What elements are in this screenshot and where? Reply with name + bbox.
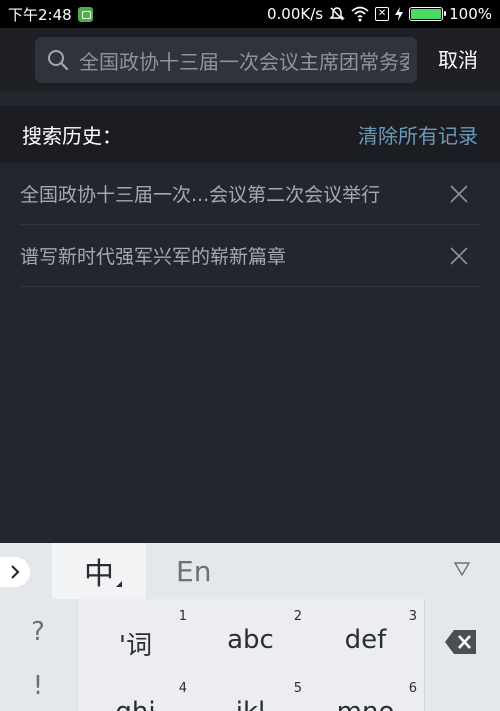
history-item-text[interactable]: 全国政协十三届一次...会议第二次会议举行 (20, 180, 420, 207)
history-item[interactable]: 全国政协十三届一次...会议第二次会议举行 (20, 163, 480, 225)
mute-icon (329, 7, 345, 21)
cancel-button[interactable]: 取消 (438, 44, 478, 73)
search-input[interactable] (79, 48, 409, 72)
corner-indicator-icon (116, 581, 122, 587)
key-4[interactable]: 4 ghi (78, 671, 193, 711)
action-column (424, 599, 500, 711)
history-list: 全国政协十三届一次...会议第二次会议举行 谱写新时代强军兴军的崭新篇章 (0, 163, 500, 287)
battery-percent: 100% (449, 5, 492, 23)
key-label: jkl (193, 697, 308, 711)
tab-chinese-label: 中 (84, 557, 114, 592)
close-icon[interactable] (450, 247, 468, 265)
keyboard-toolbar: 中 En (0, 543, 500, 599)
wifi-icon (351, 6, 369, 22)
key-number: 2 (293, 609, 302, 624)
symbol-key-question[interactable]: ? (0, 617, 76, 647)
tab-chinese[interactable]: 中 (52, 543, 146, 599)
history-item[interactable]: 谱写新时代强军兴军的崭新篇章 (20, 225, 480, 287)
key-2[interactable]: 2 abc (193, 599, 308, 661)
screen: 下午2:48 0.00K/s ✕ 100% 全国政协十三届一次会议主席团常务委员… (0, 0, 500, 711)
network-speed: 0.00K/s (267, 5, 324, 23)
search-icon (48, 50, 69, 71)
battery-fill (411, 9, 442, 19)
keyboard-expand-button[interactable] (0, 557, 30, 587)
charging-icon (395, 7, 404, 21)
history-header: 搜索历史： 清除所有记录 (0, 106, 500, 163)
close-icon[interactable] (450, 185, 468, 203)
symbol-column: ? ! (0, 599, 76, 711)
key-label: def (344, 625, 387, 655)
search-box[interactable] (35, 37, 417, 83)
chevron-right-icon (11, 565, 20, 579)
key-6[interactable]: 6 mno (308, 671, 423, 711)
key-label: mno (308, 697, 423, 711)
keyboard: 中 En ? ! 1 '词 2 abc 3 def 4 5 6 (0, 543, 500, 711)
key-number: 6 (408, 681, 417, 696)
keyboard-keys: 1 '词 2 abc 3 def 4 ghi 5 jkl 6 mno (78, 599, 424, 711)
key-5[interactable]: 5 jkl (193, 671, 308, 711)
search-header: 取消 (0, 28, 500, 92)
key-label: ghi (78, 697, 193, 711)
key-number: 3 (408, 609, 417, 624)
symbol-key-exclamation[interactable]: ! (0, 671, 76, 701)
collapse-keyboard-icon[interactable] (454, 561, 470, 577)
key-label: '词 (118, 631, 153, 661)
key-label: abc (227, 625, 274, 655)
key-1[interactable]: 1 '词 (78, 599, 193, 661)
key-number: 1 (178, 609, 187, 624)
app-icon (77, 6, 93, 22)
status-bar: 下午2:48 0.00K/s ✕ 100% (0, 0, 500, 28)
clear-all-history-button[interactable]: 清除所有记录 (358, 120, 478, 149)
status-time: 下午2:48 (8, 5, 72, 24)
history-title: 搜索历史： (22, 124, 122, 148)
battery-icon (409, 7, 447, 21)
key-3[interactable]: 3 def (308, 599, 423, 661)
key-number: 4 (178, 681, 187, 696)
backspace-icon[interactable] (444, 629, 478, 655)
sim-off-icon: ✕ (375, 7, 390, 21)
tab-english[interactable]: En (176, 555, 211, 588)
history-item-text[interactable]: 谱写新时代强军兴军的崭新篇章 (20, 242, 420, 269)
key-number: 5 (293, 681, 302, 696)
